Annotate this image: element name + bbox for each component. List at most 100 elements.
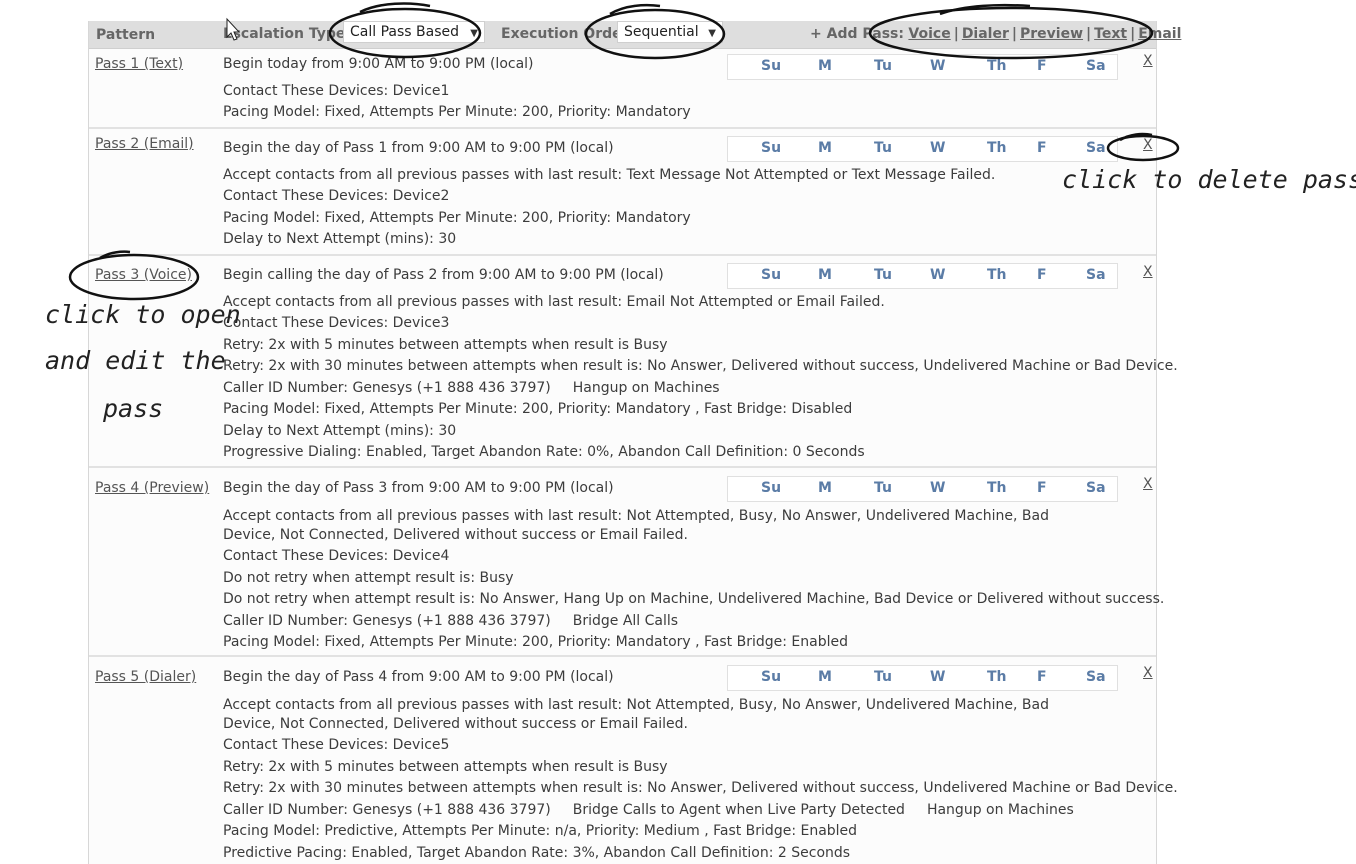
day-m[interactable]: M [818, 267, 832, 283]
day-th[interactable]: Th [987, 140, 1007, 156]
add-pass-label: + Add Pass: [810, 26, 904, 42]
day-tu[interactable]: Tu [874, 480, 892, 496]
pass-5-line-6: Pacing Model: Predictive, Attempts Per M… [223, 823, 858, 839]
day-tu[interactable]: Tu [874, 58, 892, 74]
day-m[interactable]: M [818, 669, 832, 685]
highlight-add-pass-tail [939, 3, 1031, 16]
open-annotation-line-3: pass [103, 394, 164, 423]
day-m[interactable]: M [818, 480, 832, 496]
day-f[interactable]: F [1037, 669, 1047, 685]
pass-4-link[interactable]: Pass 4 (Preview) [95, 480, 209, 496]
pass-3-caller-id: Caller ID Number: Genesys (+1 888 436 37… [223, 380, 720, 396]
day-su[interactable]: Su [761, 669, 781, 685]
pass-row-3: Pass 3 (Voice) Begin calling the day of … [89, 256, 1178, 468]
delete-pass-2-button[interactable]: X [1143, 137, 1153, 153]
chevron-down-icon: ▼ [708, 28, 716, 39]
pass-2-line-2: Contact These Devices: Device2 [223, 188, 450, 204]
day-tu[interactable]: Tu [874, 267, 892, 283]
day-w[interactable]: W [930, 669, 945, 685]
pass-2-link[interactable]: Pass 2 (Email) [95, 136, 194, 152]
pass-4-caller-id-text: Caller ID Number: Genesys (+1 888 436 37… [223, 613, 551, 629]
day-su[interactable]: Su [761, 58, 781, 74]
delete-pass-3-button[interactable]: X [1143, 264, 1153, 280]
highlight-escalation-tail [359, 2, 431, 14]
open-annotation-line-1: click to open [45, 300, 241, 329]
execution-order-label: Execution Order [501, 26, 629, 42]
day-tu[interactable]: Tu [874, 140, 892, 156]
pass-5-caller-id: Caller ID Number: Genesys (+1 888 436 37… [223, 802, 1074, 818]
pass-4-line-4: Do not retry when attempt result is: No … [223, 591, 1165, 607]
add-text-link[interactable]: Text [1094, 26, 1127, 42]
pass-3-line-3: Retry: 2x with 5 minutes between attempt… [223, 337, 668, 353]
day-sa[interactable]: Sa [1086, 140, 1106, 156]
pass-1-link[interactable]: Pass 1 (Text) [95, 56, 183, 72]
pass-4-line-6: Pacing Model: Fixed, Attempts Per Minute… [223, 634, 848, 650]
day-m[interactable]: M [818, 58, 832, 74]
pass-5-caller-extra-1: Bridge Calls to Agent when Live Party De… [572, 802, 905, 818]
day-sa[interactable]: Sa [1086, 267, 1106, 283]
escalation-type-value: Call Pass Based [350, 24, 459, 40]
add-email-link[interactable]: Email [1138, 26, 1181, 42]
add-voice-link[interactable]: Voice [908, 26, 950, 42]
execution-order-select[interactable]: Sequential ▼ [617, 21, 723, 43]
pass-4-schedule: Begin the day of Pass 3 from 9:00 AM to … [223, 480, 614, 496]
day-w[interactable]: W [930, 267, 945, 283]
add-dialer-link[interactable]: Dialer [962, 26, 1009, 42]
pass-2-schedule: Begin the day of Pass 1 from 9:00 AM to … [223, 140, 614, 156]
pass-4-line-3: Do not retry when attempt result is: Bus… [223, 570, 514, 586]
day-m[interactable]: M [818, 140, 832, 156]
day-th[interactable]: Th [987, 267, 1007, 283]
pass-5-link[interactable]: Pass 5 (Dialer) [95, 669, 196, 685]
pass-row-1: Pass 1 (Text) Begin today from 9:00 AM t… [89, 49, 1156, 129]
pass-pattern-panel: Pattern Escalation Type Call Pass Based … [88, 21, 1181, 864]
pass-3-caller-id-text: Caller ID Number: Genesys (+1 888 436 37… [223, 380, 551, 396]
day-f[interactable]: F [1037, 267, 1047, 283]
pass-2-line-4: Delay to Next Attempt (mins): 30 [223, 231, 457, 247]
pass-5-line-4: Retry: 2x with 30 minutes between attemp… [223, 780, 1178, 796]
pass-3-line-1: Accept contacts from all previous passes… [223, 294, 885, 310]
pass-4-caller-extra: Bridge All Calls [572, 613, 679, 629]
pass-row-2: Pass 2 (Email) Begin the day of Pass 1 f… [89, 129, 1156, 256]
delete-pass-5-button[interactable]: X [1143, 665, 1153, 681]
day-sa[interactable]: Sa [1086, 58, 1106, 74]
pass-3-line-4: Retry: 2x with 30 minutes between attemp… [223, 358, 1178, 374]
pass-4-line-2: Contact These Devices: Device4 [223, 548, 450, 564]
day-w[interactable]: W [930, 140, 945, 156]
pass-3-link[interactable]: Pass 3 (Voice) [95, 267, 192, 283]
add-pass-group: + Add Pass: Voice | Dialer | Preview | Text | Em… [810, 26, 1182, 42]
day-w[interactable]: W [930, 480, 945, 496]
pass-3-days: Su M Tu W Th F Sa [727, 263, 1118, 289]
add-preview-link[interactable]: Preview [1020, 26, 1083, 42]
pass-3-line-7: Delay to Next Attempt (mins): 30 [223, 423, 457, 439]
day-f[interactable]: F [1037, 140, 1047, 156]
day-su[interactable]: Su [761, 267, 781, 283]
pass-1-days: Su M Tu W Th F Sa [727, 54, 1118, 80]
delete-pass-1-button[interactable]: X [1143, 53, 1153, 69]
pass-2-days: Su M Tu W Th F Sa [727, 136, 1118, 162]
pass-row-4: Pass 4 (Preview) Begin the day of Pass 3… [89, 468, 1164, 657]
escalation-type-label: Escalation Type [223, 26, 346, 42]
day-su[interactable]: Su [761, 480, 781, 496]
delete-annotation: click to delete pass [1062, 165, 1356, 194]
pattern-header: Pattern [96, 27, 156, 43]
day-f[interactable]: F [1037, 58, 1047, 74]
day-f[interactable]: F [1037, 480, 1047, 496]
pass-4-line-1: Accept contacts from all previous passes… [223, 508, 1049, 543]
day-su[interactable]: Su [761, 140, 781, 156]
highlight-execution-tail [609, 3, 661, 16]
day-w[interactable]: W [930, 58, 945, 74]
day-sa[interactable]: Sa [1086, 669, 1106, 685]
pass-5-line-1: Accept contacts from all previous passes… [223, 697, 1049, 732]
escalation-type-select[interactable]: Call Pass Based ▼ [343, 21, 485, 43]
day-tu[interactable]: Tu [874, 669, 892, 685]
day-th[interactable]: Th [987, 669, 1007, 685]
execution-order-value: Sequential [624, 24, 699, 40]
pass-2-line-3: Pacing Model: Fixed, Attempts Per Minute… [223, 210, 691, 226]
pass-3-line-8: Progressive Dialing: Enabled, Target Aba… [223, 444, 865, 460]
open-annotation-line-2: and edit the [45, 346, 226, 375]
header-bar: Pattern Escalation Type Call Pass Based … [89, 21, 1181, 49]
delete-pass-4-button[interactable]: X [1143, 476, 1153, 492]
day-th[interactable]: Th [987, 58, 1007, 74]
day-sa[interactable]: Sa [1086, 480, 1106, 496]
day-th[interactable]: Th [987, 480, 1007, 496]
